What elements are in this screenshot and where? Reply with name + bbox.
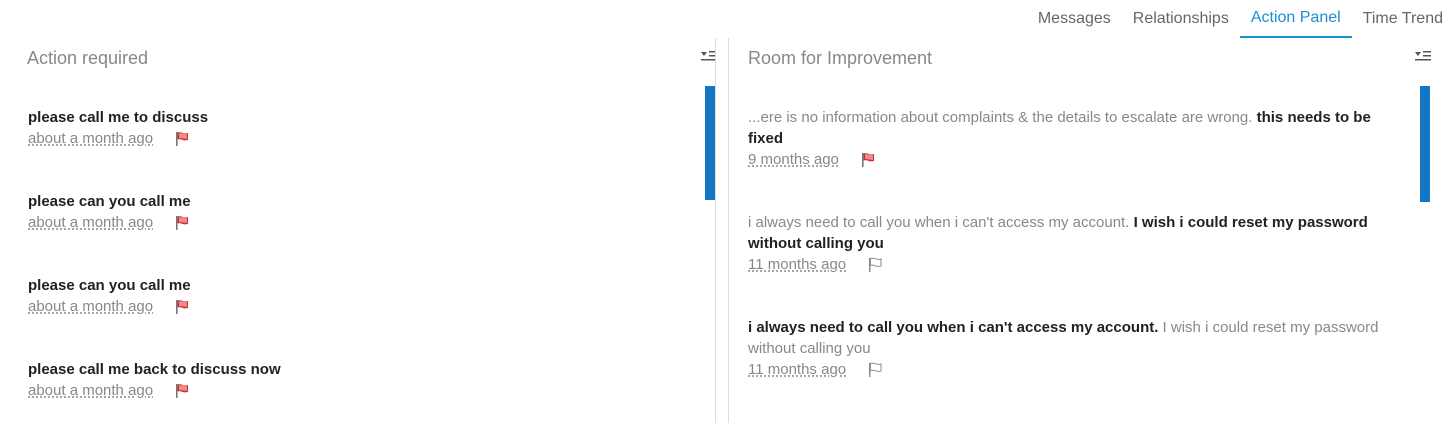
sort-filter-icon[interactable] xyxy=(1415,50,1431,62)
red-flag-icon[interactable] xyxy=(859,151,877,169)
panel-title: Action required xyxy=(27,48,149,68)
red-flag-icon[interactable] xyxy=(173,298,191,316)
message-text: ...ere is no information about complaint… xyxy=(748,107,1408,149)
timestamp: 11 months ago xyxy=(748,256,847,273)
flag-outline-icon[interactable] xyxy=(866,256,884,274)
flag-outline-icon[interactable] xyxy=(866,361,884,379)
tab-messages[interactable]: Messages xyxy=(1027,0,1122,38)
tab-relationships[interactable]: Relationships xyxy=(1122,0,1240,38)
timestamp: about a month ago xyxy=(28,130,154,147)
list-item[interactable]: please call me back to discuss now about… xyxy=(28,359,678,401)
message-text: i always need to call you when i can't a… xyxy=(748,317,1408,359)
timestamp: 11 months ago xyxy=(748,361,847,378)
message-context: ...ere is no information about complaint… xyxy=(748,109,1257,126)
tab-action-panel[interactable]: Action Panel xyxy=(1239,0,1352,38)
message-text: please call me back to discuss now xyxy=(28,361,281,378)
list-item[interactable]: please can you call me about a month ago xyxy=(28,275,678,317)
message-text: please can you call me xyxy=(28,193,191,210)
timestamp: about a month ago xyxy=(28,214,154,231)
red-flag-icon[interactable] xyxy=(173,130,191,148)
sort-filter-icon[interactable] xyxy=(701,50,716,62)
timestamp: about a month ago xyxy=(28,298,154,315)
list-item[interactable]: please call me to discuss about a month … xyxy=(28,107,678,149)
list-item[interactable]: i always need to call you when i can't a… xyxy=(748,317,1408,380)
timestamp: 9 months ago xyxy=(748,151,839,168)
message-text: i always need to call you when i can't a… xyxy=(748,212,1408,254)
red-flag-icon[interactable] xyxy=(173,382,191,400)
room-for-improvement-panel: Room for Improvement ...ere is no inform… xyxy=(728,38,1443,423)
scrollbar[interactable] xyxy=(705,86,715,200)
tab-time-trend[interactable]: Time Trend xyxy=(1352,0,1443,38)
list-item[interactable]: i always need to call you when i can't a… xyxy=(748,212,1408,275)
scrollbar[interactable] xyxy=(1420,86,1430,202)
message-text: please call me to discuss xyxy=(28,109,209,126)
list-item[interactable]: ...ere is no information about complaint… xyxy=(748,107,1408,170)
timestamp: about a month ago xyxy=(28,382,154,399)
message-context: i always need to call you when i can't a… xyxy=(748,214,1134,231)
panel-title: Room for Improvement xyxy=(748,48,933,68)
message-text: please can you call me xyxy=(28,277,191,294)
message-highlight: i always need to call you when i can't a… xyxy=(748,319,1159,336)
action-required-panel: Action required please call me to discus… xyxy=(0,38,716,423)
list-item[interactable]: please can you call me about a month ago xyxy=(28,191,678,233)
red-flag-icon[interactable] xyxy=(173,214,191,232)
tab-bar: Messages Relationships Action Panel Time… xyxy=(1027,0,1443,38)
